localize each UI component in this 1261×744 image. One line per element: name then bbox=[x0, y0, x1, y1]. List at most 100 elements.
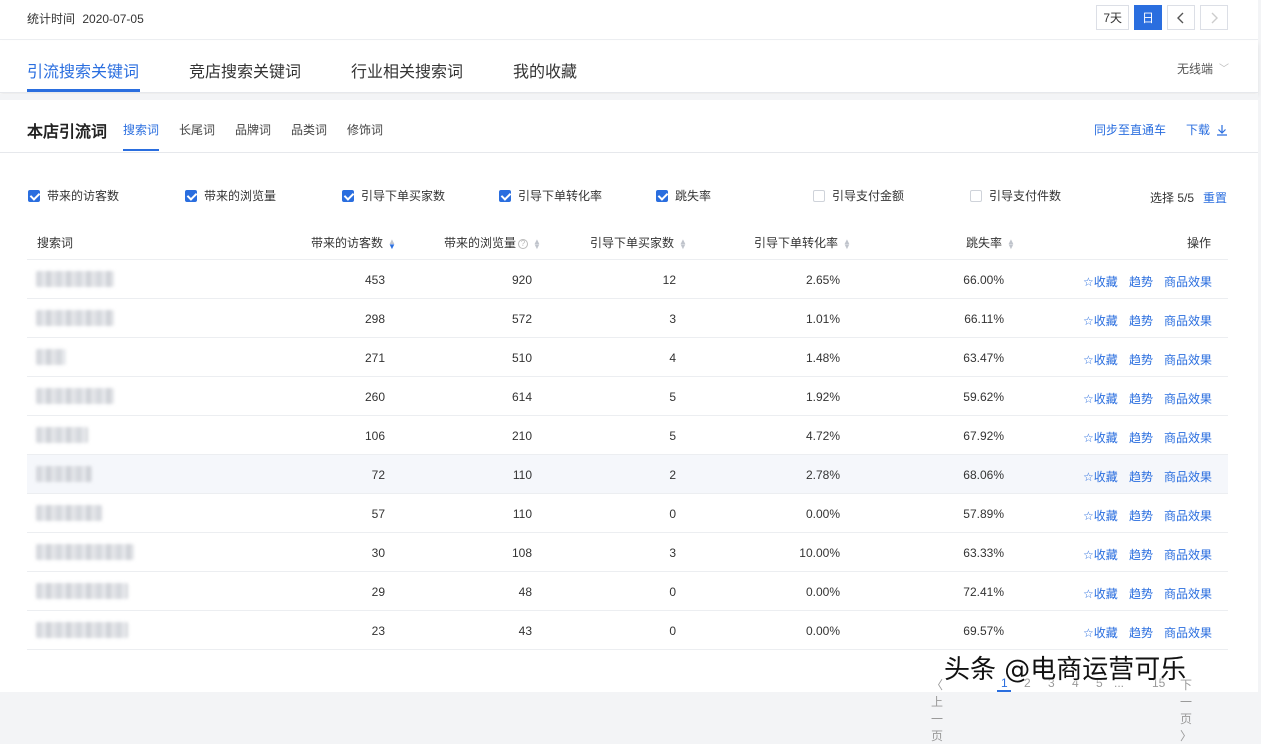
col-header-order-buyers[interactable]: 引导下单买家数 ▲ ▼ bbox=[590, 234, 687, 251]
tab-my-favorites[interactable]: 我的收藏 bbox=[513, 58, 577, 82]
keyword-redacted bbox=[36, 427, 88, 443]
metric-checkbox-pageviews[interactable]: 带来的浏览量 bbox=[185, 187, 276, 204]
metric-checkbox-visitors[interactable]: 带来的访客数 bbox=[28, 187, 119, 204]
trend-link[interactable]: 趋势 bbox=[1129, 351, 1153, 368]
trend-link[interactable]: 趋势 bbox=[1129, 273, 1153, 290]
next-date-button[interactable] bbox=[1200, 5, 1228, 30]
cell-bounce: 63.47% bbox=[963, 351, 1004, 365]
checkbox-unchecked-icon bbox=[970, 189, 982, 202]
favorite-button[interactable]: ☆收藏 bbox=[1083, 546, 1118, 563]
subtab-category[interactable]: 品类词 bbox=[291, 121, 327, 138]
stat-time-date: 2020-07-05 bbox=[82, 12, 144, 26]
metric-checkbox-pay-amount[interactable]: 引导支付金额 bbox=[813, 187, 904, 204]
product-effect-link[interactable]: 商品效果 bbox=[1164, 585, 1212, 602]
col-header-keyword: 搜索词 bbox=[37, 236, 74, 250]
cell-visitors: 29 bbox=[371, 585, 385, 599]
cell-conversion: 10.00% bbox=[799, 546, 840, 560]
keyword-redacted bbox=[36, 622, 128, 638]
cell-pageviews: 110 bbox=[512, 507, 532, 521]
col-header-label: 跳失率 bbox=[966, 236, 1003, 250]
cell-bounce: 66.00% bbox=[963, 273, 1004, 287]
prev-page-button[interactable]: 〈 上一页 bbox=[931, 676, 943, 744]
product-effect-link[interactable]: 商品效果 bbox=[1164, 468, 1212, 485]
product-effect-link[interactable]: 商品效果 bbox=[1164, 624, 1212, 641]
trend-link[interactable]: 趋势 bbox=[1129, 390, 1153, 407]
cell-bounce: 57.89% bbox=[963, 507, 1004, 521]
favorite-button[interactable]: ☆收藏 bbox=[1083, 312, 1118, 329]
next-page-button[interactable]: 下一页 〉 bbox=[1180, 676, 1192, 744]
favorite-button[interactable]: ☆收藏 bbox=[1083, 351, 1118, 368]
metric-label: 带来的访客数 bbox=[47, 189, 120, 203]
sync-to-ztc-link[interactable]: 同步至直通车 bbox=[1094, 121, 1166, 138]
subtab-search-words[interactable]: 搜索词 bbox=[123, 121, 159, 138]
favorite-button[interactable]: ☆收藏 bbox=[1083, 468, 1118, 485]
prev-date-button[interactable] bbox=[1167, 5, 1195, 30]
cell-pageviews: 510 bbox=[511, 351, 532, 365]
cell-pageviews: 614 bbox=[511, 390, 532, 404]
col-header-pageviews[interactable]: 带来的浏览量? ▲ ▼ bbox=[444, 234, 541, 251]
metric-checkboxes: 带来的访客数 带来的浏览量 引导下单买家数 引导下单转化率 跳失率 引导支付金额… bbox=[0, 187, 1258, 207]
cell-order-buyers: 0 bbox=[669, 585, 676, 599]
range-day-button[interactable]: 日 bbox=[1134, 5, 1162, 30]
cell-conversion: 0.00% bbox=[805, 624, 840, 638]
sort-icon: ▲ ▼ bbox=[843, 236, 851, 251]
trend-link[interactable]: 趋势 bbox=[1129, 546, 1153, 563]
favorite-button[interactable]: ☆收藏 bbox=[1083, 585, 1118, 602]
cell-order-buyers: 3 bbox=[669, 546, 676, 560]
trend-link[interactable]: 趋势 bbox=[1129, 585, 1153, 602]
product-effect-link[interactable]: 商品效果 bbox=[1164, 390, 1212, 407]
col-header-label: 引导下单买家数 bbox=[590, 236, 675, 250]
col-header-visitors[interactable]: 带来的访客数 ▲ ▼ bbox=[311, 234, 396, 251]
cell-visitors: 271 bbox=[364, 351, 385, 365]
metric-checkbox-bounce[interactable]: 跳失率 bbox=[656, 187, 711, 204]
trend-link[interactable]: 趋势 bbox=[1129, 312, 1153, 329]
reset-link[interactable]: 重置 bbox=[1203, 189, 1227, 206]
device-select-value: 无线端 bbox=[1176, 62, 1213, 76]
trend-link[interactable]: 趋势 bbox=[1129, 429, 1153, 446]
tab-industry-keywords[interactable]: 行业相关搜索词 bbox=[351, 58, 463, 82]
favorite-button[interactable]: ☆收藏 bbox=[1083, 507, 1118, 524]
download-label: 下载 bbox=[1186, 123, 1211, 137]
subtab-long-tail[interactable]: 长尾词 bbox=[179, 121, 215, 138]
checkbox-checked-icon bbox=[342, 189, 354, 202]
tab-traffic-keywords[interactable]: 引流搜索关键词 bbox=[27, 58, 139, 82]
col-header-bounce[interactable]: 跳失率 ▲ ▼ bbox=[966, 234, 1015, 251]
product-effect-link[interactable]: 商品效果 bbox=[1164, 312, 1212, 329]
subtab-modifier[interactable]: 修饰词 bbox=[347, 121, 383, 138]
keyword-redacted bbox=[36, 349, 66, 365]
tab-competitor-keywords[interactable]: 竞店搜索关键词 bbox=[189, 58, 301, 82]
favorite-button[interactable]: ☆收藏 bbox=[1083, 390, 1118, 407]
metric-checkbox-pay-items[interactable]: 引导支付件数 bbox=[970, 187, 1061, 204]
checkbox-checked-icon bbox=[28, 189, 40, 202]
trend-link[interactable]: 趋势 bbox=[1129, 468, 1153, 485]
device-select[interactable]: 无线端 ﹀ bbox=[1176, 60, 1229, 77]
trend-link[interactable]: 趋势 bbox=[1129, 507, 1153, 524]
col-header-label: 引导下单转化率 bbox=[754, 236, 839, 250]
product-effect-link[interactable]: 商品效果 bbox=[1164, 273, 1212, 290]
help-icon[interactable]: ? bbox=[518, 238, 529, 249]
download-icon bbox=[1217, 125, 1228, 136]
subtab-brand[interactable]: 品牌词 bbox=[235, 121, 271, 138]
product-effect-link[interactable]: 商品效果 bbox=[1164, 351, 1212, 368]
metric-label: 引导下单买家数 bbox=[361, 189, 446, 203]
table-row: 298 572 3 1.01% 66.11% ☆收藏 趋势 商品效果 bbox=[27, 299, 1228, 338]
col-header-conversion[interactable]: 引导下单转化率 ▲ ▼ bbox=[754, 234, 851, 251]
favorite-button[interactable]: ☆收藏 bbox=[1083, 624, 1118, 641]
page: 统计时间 2020-07-05 7天 日 引流搜索关键词 竞店搜索关键词 行业相… bbox=[0, 0, 1258, 743]
favorite-button[interactable]: ☆收藏 bbox=[1083, 273, 1118, 290]
trend-link[interactable]: 趋势 bbox=[1129, 624, 1153, 641]
product-effect-link[interactable]: 商品效果 bbox=[1164, 507, 1212, 524]
download-link[interactable]: 下载 bbox=[1186, 121, 1228, 138]
favorite-button[interactable]: ☆收藏 bbox=[1083, 429, 1118, 446]
section-title: 本店引流词 bbox=[27, 124, 108, 141]
product-effect-link[interactable]: 商品效果 bbox=[1164, 429, 1212, 446]
metric-label: 引导下单转化率 bbox=[518, 189, 603, 203]
product-effect-link[interactable]: 商品效果 bbox=[1164, 546, 1212, 563]
metric-checkbox-conversion[interactable]: 引导下单转化率 bbox=[499, 187, 602, 204]
range-7day-button[interactable]: 7天 bbox=[1096, 5, 1129, 30]
cell-order-buyers: 5 bbox=[669, 429, 676, 443]
metric-checkbox-order-buyers[interactable]: 引导下单买家数 bbox=[342, 187, 445, 204]
cell-conversion: 1.01% bbox=[805, 312, 840, 326]
cell-visitors: 30 bbox=[371, 546, 385, 560]
cell-pageviews: 920 bbox=[511, 273, 532, 287]
